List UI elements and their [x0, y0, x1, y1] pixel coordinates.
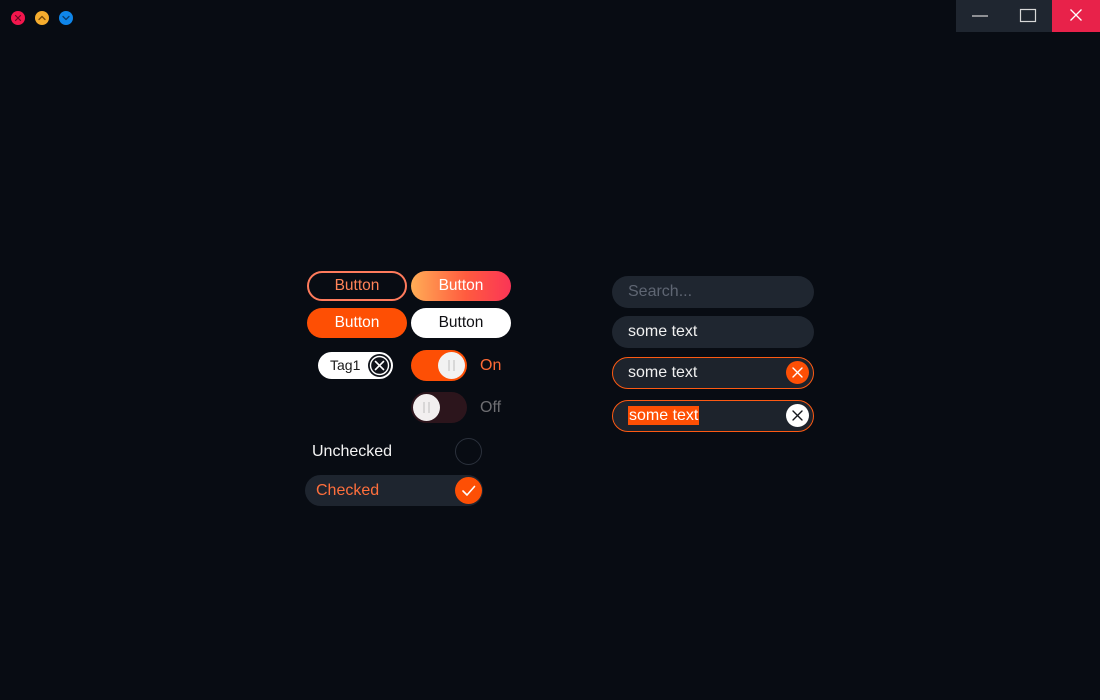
grip-icon	[423, 402, 430, 413]
checkbox-unchecked[interactable]	[455, 438, 482, 465]
gradient-button[interactable]: Button	[411, 271, 511, 301]
toggle-knob	[438, 352, 465, 379]
window-close-button[interactable]	[11, 11, 25, 25]
text-field-value: some text	[628, 364, 698, 381]
checkbox-checked[interactable]	[455, 477, 482, 504]
checkmark-icon	[462, 485, 476, 496]
chevron-up-icon	[38, 15, 46, 21]
text-field-focused[interactable]: some text	[612, 357, 814, 389]
maximize-icon	[1019, 8, 1037, 23]
clear-button[interactable]	[786, 404, 809, 427]
caption-close-button[interactable]	[1052, 0, 1100, 32]
clear-button[interactable]	[786, 361, 809, 384]
caption-minimize-button[interactable]	[956, 0, 1004, 32]
toggle-on-switch[interactable]	[411, 350, 467, 381]
close-icon	[369, 355, 390, 376]
text-field-value: some text	[628, 323, 698, 340]
chevron-down-icon	[62, 15, 70, 21]
text-field-value: some text	[628, 401, 700, 430]
toggle-knob	[413, 394, 440, 421]
text-field-selected[interactable]: some text	[612, 400, 814, 432]
search-placeholder: Search...	[628, 283, 693, 300]
tag-remove-button[interactable]	[368, 354, 391, 377]
close-icon	[14, 14, 22, 22]
window-minimize-button[interactable]	[35, 11, 49, 25]
checkbox-checked-label: Checked	[316, 482, 380, 499]
caption-maximize-button[interactable]	[1004, 0, 1052, 32]
close-icon	[792, 410, 803, 421]
close-icon	[792, 367, 803, 378]
text-selection: some text	[628, 406, 700, 425]
app-window: Button Button Button Button Tag1 On Off	[0, 0, 1100, 700]
checkbox-unchecked-row[interactable]: Unchecked	[305, 436, 483, 467]
text-field-plain[interactable]: some text	[612, 316, 814, 348]
minimize-icon	[972, 15, 988, 17]
tag-chip: Tag1	[318, 352, 393, 379]
checkbox-unchecked-label: Unchecked	[312, 443, 393, 460]
window-zoom-button[interactable]	[59, 11, 73, 25]
search-input[interactable]: Search...	[612, 276, 814, 308]
checkbox-checked-row[interactable]: Checked	[305, 475, 483, 506]
toggle-off-switch[interactable]	[411, 392, 467, 423]
white-button[interactable]: Button	[411, 308, 511, 338]
toggle-on-label: On	[480, 357, 502, 374]
toggle-off-label: Off	[480, 399, 502, 416]
close-icon	[1070, 9, 1082, 21]
tag-label: Tag1	[330, 357, 361, 373]
grip-icon	[448, 360, 455, 371]
outline-button[interactable]: Button	[307, 271, 407, 301]
solid-button[interactable]: Button	[307, 308, 407, 338]
